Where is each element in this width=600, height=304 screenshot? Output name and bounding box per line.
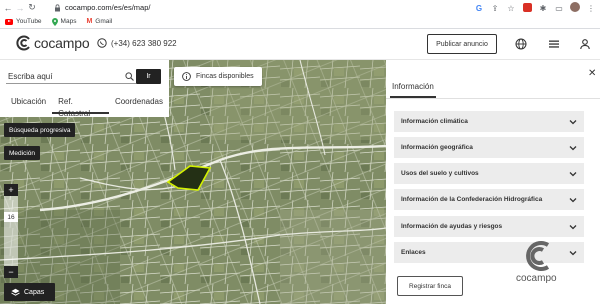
go-button[interactable]: Ir	[136, 69, 161, 84]
globe-icon[interactable]	[515, 38, 527, 50]
search-placeholder: Escriba aquí	[8, 72, 53, 81]
accordion-confederacion[interactable]: Información de la Confederación Hidrográ…	[394, 189, 584, 210]
zoom-out-button[interactable]: −	[4, 266, 18, 278]
accordion-climatica[interactable]: Información climática	[394, 111, 584, 132]
search-input[interactable]: Escriba aquí	[6, 70, 136, 84]
logo[interactable]: cocampo	[16, 35, 90, 51]
chevron-down-icon	[569, 119, 577, 124]
chevron-down-icon	[569, 197, 577, 202]
url-field[interactable]: cocampo.com/es/es/map/	[54, 2, 454, 13]
search-tabs: Ubicación Ref. Catastral Coordenadas	[0, 96, 169, 118]
bookmark-label: YouTube	[16, 18, 42, 25]
kebab-menu-icon[interactable]: ⋮	[586, 4, 596, 13]
zoom-control: + 16 −	[4, 184, 18, 278]
accordion-label: Información de ayudas y riesgos	[401, 223, 503, 230]
maps-pin-icon	[51, 17, 58, 26]
bookmark-label: Maps	[60, 18, 77, 25]
accordion-usos-suelo[interactable]: Usos del suelo y cultivos	[394, 163, 584, 184]
publish-ad-button[interactable]: Publicar anuncio	[427, 34, 497, 54]
profile-avatar[interactable]	[570, 2, 580, 14]
accordion-ayudas[interactable]: Información de ayudas y riesgos	[394, 216, 584, 237]
extension-icon[interactable]	[522, 2, 532, 14]
tab-coordenadas[interactable]: Coordenadas	[109, 96, 169, 114]
browser-address-bar: ← → ↻ cocampo.com/es/es/map/ G ⇪ ☆ ✱ ▭ ⋮	[0, 0, 600, 15]
accordion-label: Información geográfica	[401, 144, 473, 151]
gmail-icon: M	[86, 18, 93, 25]
watermark-text: cocampo	[516, 273, 557, 284]
busqueda-progresiva-button[interactable]: Búsqueda progresiva	[4, 123, 76, 137]
layers-icon	[11, 288, 20, 296]
zoom-level: 16	[4, 212, 18, 222]
url-text: cocampo.com/es/es/map/	[65, 3, 151, 12]
whatsapp-icon	[97, 38, 107, 48]
logo-text: cocampo	[34, 35, 90, 51]
google-icon[interactable]: G	[474, 4, 484, 13]
chevron-down-icon	[569, 250, 577, 255]
share-icon[interactable]: ⇪	[490, 4, 500, 13]
forward-icon[interactable]: →	[14, 0, 26, 15]
phone-contact[interactable]: (+34) 623 380 922	[97, 38, 177, 48]
register-finca-button[interactable]: Registrar finca	[397, 276, 463, 296]
bookmark-star-icon[interactable]: ☆	[506, 4, 516, 13]
phone-number: (+34) 623 380 922	[111, 38, 177, 48]
sidepanel-icon[interactable]: ▭	[554, 4, 564, 13]
divider	[386, 98, 600, 99]
bookmark-gmail[interactable]: M Gmail	[86, 18, 112, 25]
chevron-down-icon	[569, 145, 577, 150]
bookmark-label: Gmail	[95, 18, 113, 25]
layers-label: Capas	[24, 288, 45, 296]
youtube-icon	[5, 18, 13, 25]
hamburger-menu-icon[interactable]	[548, 38, 560, 50]
chevron-down-icon	[569, 171, 577, 176]
browser-actions: G ⇪ ☆ ✱ ▭ ⋮	[474, 2, 596, 14]
reload-icon[interactable]: ↻	[26, 0, 38, 15]
medicion-button[interactable]: Medición	[4, 146, 41, 160]
info-icon	[182, 72, 191, 81]
accordion-label: Información de la Confederación Hidrográ…	[401, 196, 543, 203]
tab-informacion[interactable]: Información	[390, 82, 436, 98]
tab-ref-catastral[interactable]: Ref. Catastral	[52, 96, 109, 118]
cocampo-logo-icon	[16, 35, 30, 51]
fincas-disponibles-button[interactable]: Fincas disponibles	[174, 67, 262, 86]
info-panel: ✕ Información Información climática Info…	[386, 60, 600, 304]
bookmark-youtube[interactable]: YouTube	[5, 18, 42, 25]
zoom-in-button[interactable]: +	[4, 184, 18, 196]
site-header: cocampo (+34) 623 380 922 Publicar anunc…	[0, 29, 600, 60]
accordion-geografica[interactable]: Información geográfica	[394, 137, 584, 158]
tab-ubicacion[interactable]: Ubicación	[0, 96, 52, 114]
chevron-down-icon	[569, 224, 577, 229]
bookmarks-bar: YouTube Maps M Gmail	[0, 15, 600, 29]
lock-icon	[55, 3, 60, 11]
accordion-label: Usos del suelo y cultivos	[401, 170, 479, 177]
search-panel: Escriba aquí Ir Ubicación Ref. Catastral…	[0, 60, 169, 118]
fincas-label: Fincas disponibles	[196, 73, 254, 80]
close-icon[interactable]: ✕	[588, 68, 598, 79]
bookmark-maps[interactable]: Maps	[51, 17, 77, 26]
back-icon[interactable]: ←	[2, 0, 14, 15]
user-icon[interactable]	[579, 38, 591, 50]
puzzle-icon[interactable]: ✱	[538, 4, 548, 13]
accordion-label: Enlaces	[401, 249, 426, 256]
accordion-label: Información climática	[401, 118, 468, 125]
layers-button[interactable]: Capas	[4, 283, 55, 301]
search-icon[interactable]	[125, 72, 134, 81]
